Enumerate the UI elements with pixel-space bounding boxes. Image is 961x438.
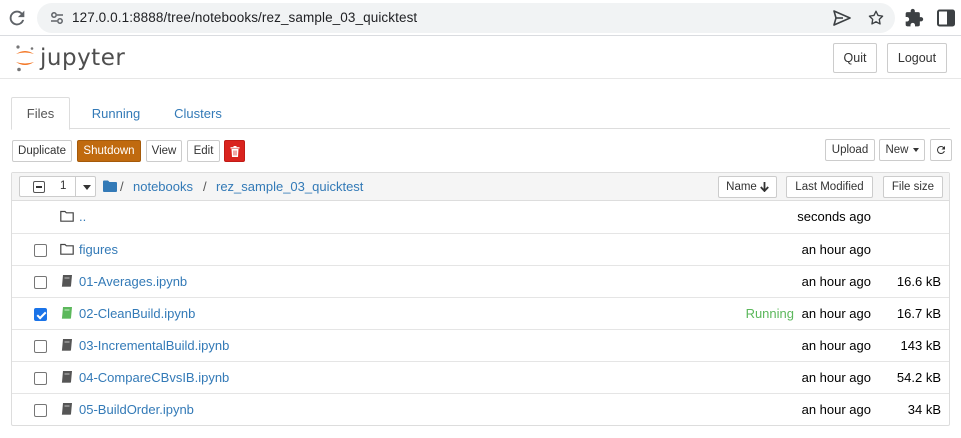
reload-icon[interactable] bbox=[6, 7, 28, 29]
list-item-parent[interactable]: .. seconds ago bbox=[12, 201, 949, 233]
jupyter-logo-text: jupyter bbox=[40, 45, 126, 71]
browser-toolbar: 127.0.0.1:8888/tree/notebooks/rez_sample… bbox=[0, 0, 961, 36]
file-list-header: 1 / notebooks / rez_sample_03_quicktest … bbox=[12, 173, 949, 201]
notebook-running-icon bbox=[61, 307, 72, 319]
url-text[interactable]: 127.0.0.1:8888/tree/notebooks/rez_sample… bbox=[72, 10, 417, 25]
jupyter-header: jupyter Quit Logout bbox=[0, 37, 961, 79]
edit-button[interactable]: Edit bbox=[187, 140, 220, 162]
select-all-dropdown[interactable]: 1 bbox=[19, 176, 96, 197]
folder-outline-icon bbox=[60, 243, 74, 255]
breadcrumb-separator: / bbox=[120, 179, 124, 194]
list-item-folder[interactable]: figures an hour ago bbox=[12, 233, 949, 265]
caret-down-icon[interactable] bbox=[83, 185, 91, 190]
divider bbox=[75, 177, 76, 196]
view-button[interactable]: View bbox=[146, 140, 182, 162]
file-name[interactable]: 03-IncrementalBuild.ipynb bbox=[79, 338, 229, 353]
file-modified: an hour ago bbox=[801, 338, 871, 353]
selected-count: 1 bbox=[60, 180, 67, 192]
trash-icon bbox=[230, 145, 239, 157]
breadcrumb-separator: / bbox=[203, 179, 207, 194]
list-item-notebook[interactable]: 01-Averages.ipynb an hour ago 16.6 kB bbox=[12, 265, 949, 297]
new-label: New bbox=[885, 144, 909, 156]
bookmark-star-icon[interactable] bbox=[867, 9, 885, 27]
site-info-icon[interactable] bbox=[49, 10, 65, 26]
row-checkbox[interactable] bbox=[34, 308, 47, 321]
address-bar[interactable]: 127.0.0.1:8888/tree/notebooks/rez_sample… bbox=[37, 3, 895, 33]
sort-by-name-button[interactable]: Name bbox=[718, 176, 777, 198]
file-modified: an hour ago bbox=[801, 402, 871, 417]
jupyter-logo[interactable]: jupyter bbox=[14, 42, 125, 74]
breadcrumb-notebooks[interactable]: notebooks bbox=[133, 179, 193, 194]
row-checkbox[interactable] bbox=[34, 276, 47, 289]
refresh-button[interactable] bbox=[930, 139, 952, 161]
duplicate-button[interactable]: Duplicate bbox=[12, 140, 72, 162]
row-checkbox[interactable] bbox=[34, 340, 47, 353]
file-modified: an hour ago bbox=[801, 274, 871, 289]
list-item-notebook[interactable]: 03-IncrementalBuild.ipynb an hour ago 14… bbox=[12, 329, 949, 361]
jupyter-logo-icon bbox=[16, 45, 34, 72]
quit-button[interactable]: Quit bbox=[833, 43, 877, 73]
list-item-notebook[interactable]: 04-CompareCBvsIB.ipynb an hour ago 54.2 … bbox=[12, 361, 949, 393]
file-size: 16.6 kB bbox=[896, 274, 941, 289]
notebook-icon bbox=[61, 403, 72, 415]
refresh-icon bbox=[937, 146, 945, 154]
list-item-notebook[interactable]: 05-BuildOrder.ipynb an hour ago 34 kB bbox=[12, 393, 949, 425]
notebook-icon bbox=[61, 371, 72, 383]
row-checkbox[interactable] bbox=[34, 372, 47, 385]
notebook-icon bbox=[61, 339, 72, 351]
file-size: 54.2 kB bbox=[896, 370, 941, 385]
tab-clusters[interactable]: Clusters bbox=[163, 97, 233, 129]
file-size: 34 kB bbox=[907, 402, 941, 417]
shutdown-button[interactable]: Shutdown bbox=[77, 140, 141, 162]
file-size: 143 kB bbox=[900, 338, 941, 353]
delete-button[interactable] bbox=[224, 140, 245, 162]
list-item-notebook[interactable]: 02-CleanBuild.ipynb Running an hour ago … bbox=[12, 297, 949, 329]
folder-outline-icon bbox=[60, 210, 74, 222]
notebook-icon bbox=[61, 275, 72, 287]
extensions-icon[interactable] bbox=[904, 8, 924, 28]
file-name[interactable]: 02-CleanBuild.ipynb bbox=[79, 306, 195, 321]
file-name[interactable]: 01-Averages.ipynb bbox=[79, 274, 187, 289]
select-all-checkbox[interactable] bbox=[33, 181, 45, 193]
file-name[interactable]: figures bbox=[79, 242, 118, 257]
upload-button[interactable]: Upload bbox=[825, 139, 875, 161]
tab-running[interactable]: Running bbox=[76, 97, 156, 129]
row-checkbox[interactable] bbox=[34, 404, 47, 417]
breadcrumb-current[interactable]: rez_sample_03_quicktest bbox=[216, 179, 363, 194]
side-panel-icon[interactable] bbox=[936, 8, 956, 28]
logout-button[interactable]: Logout bbox=[887, 43, 947, 73]
running-status: Running bbox=[745, 306, 794, 321]
sort-name-label: Name bbox=[726, 181, 757, 193]
caret-down-icon bbox=[912, 148, 919, 152]
row-checkbox[interactable] bbox=[34, 244, 47, 257]
file-name[interactable]: 05-BuildOrder.ipynb bbox=[79, 402, 194, 417]
new-dropdown-button[interactable]: New bbox=[879, 139, 925, 161]
tab-bar: Files Running Clusters bbox=[11, 97, 950, 130]
file-modified: an hour ago bbox=[801, 242, 871, 257]
arrow-down-icon bbox=[759, 182, 769, 192]
file-size: 16.7 kB bbox=[896, 306, 941, 321]
tab-files[interactable]: Files bbox=[11, 97, 70, 130]
sort-by-size-button[interactable]: File size bbox=[883, 176, 943, 198]
file-list: 1 / notebooks / rez_sample_03_quicktest … bbox=[11, 172, 950, 426]
file-name[interactable]: 04-CompareCBvsIB.ipynb bbox=[79, 370, 229, 385]
file-modified: seconds ago bbox=[797, 209, 871, 224]
file-name[interactable]: .. bbox=[79, 209, 86, 224]
send-icon[interactable] bbox=[833, 10, 851, 26]
file-modified: an hour ago bbox=[801, 306, 871, 321]
sort-by-modified-button[interactable]: Last Modified bbox=[786, 176, 873, 198]
folder-icon[interactable] bbox=[103, 180, 117, 192]
file-modified: an hour ago bbox=[801, 370, 871, 385]
